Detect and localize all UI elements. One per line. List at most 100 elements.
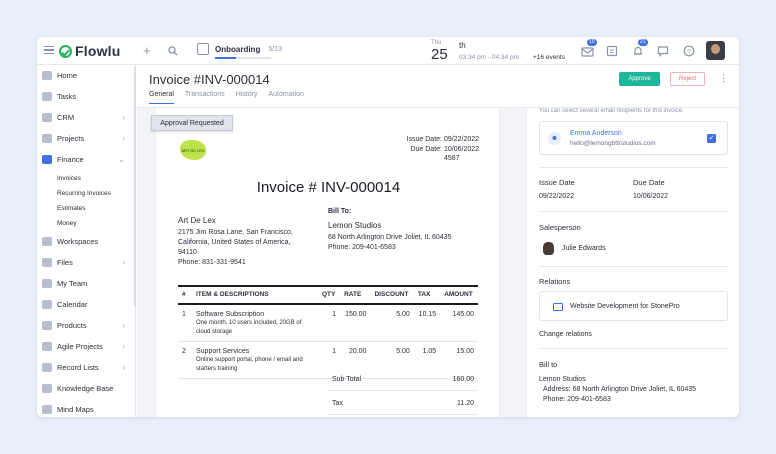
bill-to-phone: Phone: 209-401-6583 [543, 396, 611, 403]
recipient-card[interactable]: ☻ Emma Anderson hello@lemongbttrstudios.… [539, 121, 728, 155]
issue-date-label: Issue Date [539, 178, 575, 187]
sidebar-item-my-team[interactable]: My Team [41, 273, 133, 293]
company-logo: ART DE LEX [180, 140, 206, 160]
issue-date-value[interactable]: 09/22/2022 [539, 193, 574, 200]
tax-row: Tax 11.20 [328, 395, 478, 415]
event-time: 03:34 pm - 04:34 pm [459, 54, 519, 61]
tab-bar: General Transactions History Automation [149, 91, 304, 104]
sidebar-item-crm[interactable]: CRM › [41, 107, 133, 127]
sidebar: Home Tasks CRM › Projects › Finance ⌄ Invoi… [37, 65, 136, 417]
col-number: # [178, 285, 192, 305]
sidebar-item-files[interactable]: Files › [41, 252, 133, 272]
col-item: ITEM & DESCRIPTIONS [192, 285, 318, 305]
sidebar-item-calendar[interactable]: Calendar [41, 294, 133, 314]
chevron-right-icon: › [122, 341, 125, 351]
tab-general[interactable]: General [149, 91, 174, 104]
search-icon[interactable] [168, 46, 178, 56]
row-number: 2 [178, 341, 192, 379]
approve-button[interactable]: Approve [619, 72, 660, 86]
subtotal-value: 160.00 [452, 376, 474, 383]
table-header-row: # ITEM & DESCRIPTIONS QTY RATE DISCOUNT … [178, 285, 478, 305]
row-amount: 145.00 [440, 304, 478, 342]
col-tax: TAX [413, 285, 441, 305]
sidebar-item-knowledge-base[interactable]: Knowledge Base [41, 378, 133, 398]
bell-icon[interactable]: 21 [632, 39, 648, 56]
onboarding-icon [197, 43, 209, 55]
more-options-icon[interactable]: ⋮ [719, 73, 728, 84]
relations-label: Relations [539, 277, 571, 286]
mail-badge: 10 [587, 39, 597, 46]
sidebar-subitem-invoices[interactable]: Invoices [57, 175, 81, 182]
relation-name: Website Development for StonePro [570, 303, 680, 310]
tab-automation[interactable]: Automation [269, 91, 304, 104]
date-day: 25 [431, 46, 448, 63]
reject-button[interactable]: Reject [670, 72, 705, 86]
details-panel: You can select several email recipients … [526, 108, 739, 417]
due-date-value[interactable]: 10/06/2022 [633, 193, 668, 200]
mail-icon[interactable]: 10 [581, 39, 597, 57]
menu-icon[interactable] [44, 46, 54, 54]
sidebar-item-agile-projects[interactable]: Agile Projects › [41, 336, 133, 356]
main-area: Invoice #INV-000014 General Transactions… [137, 65, 739, 417]
invoice-ref: 4587 [444, 155, 460, 162]
sidebar-item-label: Workspaces [57, 236, 99, 246]
tab-transactions[interactable]: Transactions [185, 91, 225, 104]
sidebar-item-tasks[interactable]: Tasks [41, 86, 133, 106]
salesperson-label: Salesperson [539, 223, 581, 232]
sidebar-item-finance[interactable]: Finance ⌄ [41, 149, 133, 169]
flowlu-logo-icon [59, 44, 72, 58]
page-title: Invoice #INV-000014 [149, 72, 270, 87]
seller-info: Art De Lex 2175 Jim Rosa Lane, San Franc… [178, 216, 303, 268]
sidebar-subitem-money[interactable]: Money [57, 220, 77, 227]
sidebar-subitem-recurring-invoices[interactable]: Recurring Invoices [57, 190, 111, 197]
sidebar-item-mind-maps[interactable]: Mind Maps [41, 399, 133, 417]
onboarding-count: 5/13 [268, 45, 282, 53]
issue-date-value: 09/22/2022 [444, 136, 480, 143]
chevron-right-icon: › [122, 133, 125, 143]
sidebar-item-home[interactable]: Home [41, 65, 133, 85]
user-avatar[interactable] [706, 41, 725, 60]
sidebar-item-projects[interactable]: Projects › [41, 128, 133, 148]
app-logo[interactable]: Flowlu [59, 43, 121, 59]
onboarding-bar-fill [215, 57, 237, 59]
tab-history[interactable]: History [236, 91, 258, 104]
sidebar-item-label: Finance [57, 154, 84, 164]
sidebar-scrollbar[interactable] [134, 67, 136, 307]
divider [539, 266, 728, 267]
client-phone: Phone: 209-401-6583 [328, 244, 396, 251]
seller-phone: Phone: 831-331-9541 [178, 259, 246, 266]
date-suffix: th [459, 41, 466, 50]
date-values: 09/22/2022 10/06/2022 4587 [444, 135, 479, 164]
sidebar-subitem-estimates[interactable]: Estimates [57, 205, 86, 212]
help-icon[interactable]: ? [683, 44, 696, 57]
item-title: Software Subscription [196, 311, 265, 318]
products-icon [42, 320, 52, 330]
relation-card[interactable]: Website Development for StonePro [539, 291, 728, 321]
onboarding-progress[interactable]: Onboarding 5/13 [197, 43, 282, 59]
approval-status-badge: Approval Requested [151, 115, 233, 131]
app-window: Flowlu + Onboarding 5/13 Thu 25 th 03:34… [37, 37, 739, 417]
sidebar-item-record-lists[interactable]: Record Lists › [41, 357, 133, 377]
notes-icon[interactable] [606, 44, 619, 57]
change-relations-link[interactable]: Change relations [539, 331, 592, 338]
divider [539, 211, 728, 212]
recipient-name[interactable]: Emma Anderson [570, 130, 622, 137]
chevron-right-icon: › [122, 362, 125, 372]
recipient-checkbox[interactable]: ✓ [707, 134, 716, 143]
sidebar-item-workspaces[interactable]: Workspaces [41, 231, 133, 251]
salesperson-name[interactable]: Julie Edwards [562, 245, 606, 252]
subtotal-label: Sub Total [332, 376, 362, 383]
row-rate: 150.00 [340, 304, 371, 342]
sidebar-item-label: Files [57, 257, 73, 267]
tax-label: Tax [332, 400, 343, 407]
row-item: Support Services Online support portal, … [192, 341, 318, 379]
onboarding-bar [215, 57, 271, 59]
plus-icon[interactable]: + [143, 44, 151, 57]
sidebar-item-products[interactable]: Products › [41, 315, 133, 335]
record-lists-icon [42, 362, 52, 372]
col-amount: AMOUNT [440, 285, 478, 305]
row-tax: 10.15 [413, 304, 441, 342]
workspaces-icon [42, 236, 52, 246]
bill-to-name[interactable]: Lemon Studios [539, 376, 586, 383]
chat-icon[interactable] [657, 44, 670, 57]
